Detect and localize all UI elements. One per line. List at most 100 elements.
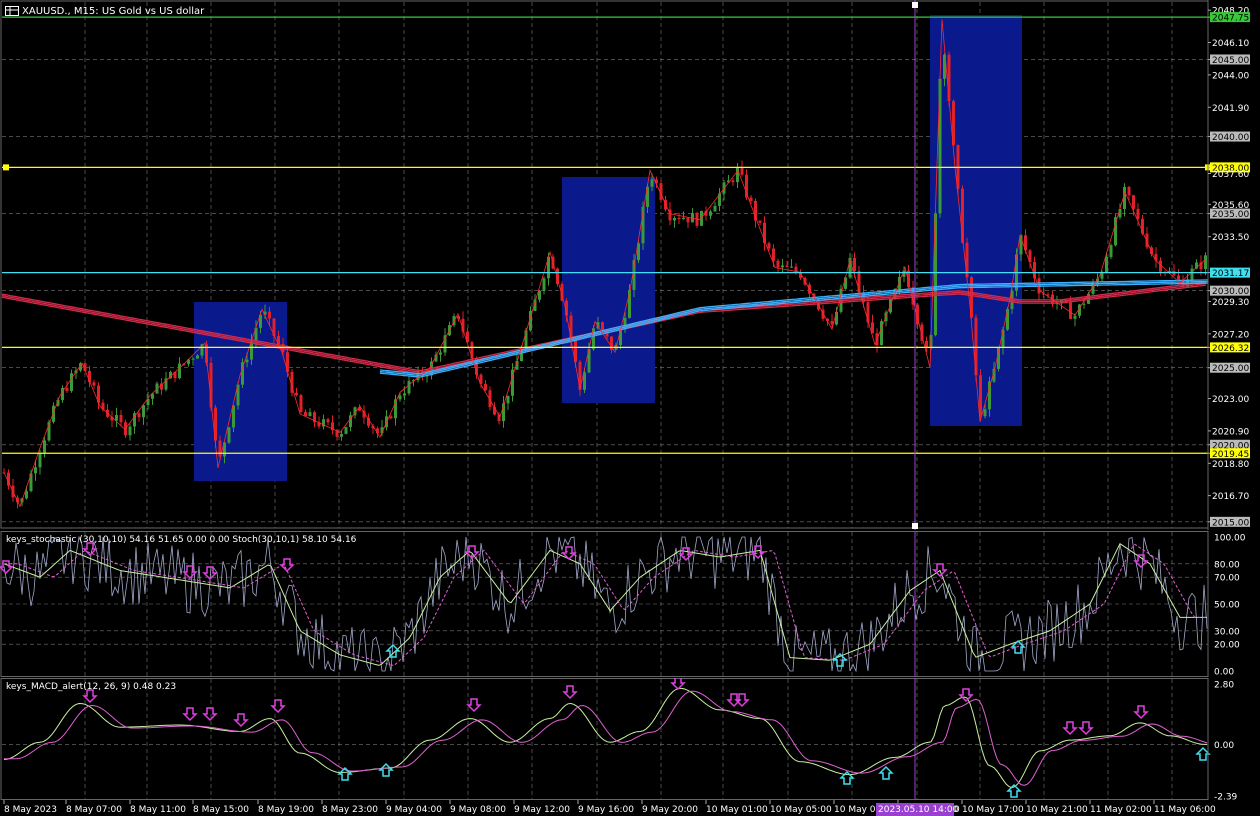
candle-body [767, 243, 771, 249]
price-chart-svg[interactable]: 2048.202047.752046.102045.002044.002041.… [0, 0, 1260, 530]
price-axis-label: 2041.90 [1212, 104, 1249, 114]
candle-body [227, 427, 231, 443]
plot-frame [0, 678, 1209, 800]
candle-body [988, 381, 991, 410]
sell-arrow-icon [466, 698, 482, 713]
candle-body [749, 197, 753, 201]
time-axis-label: 11 May 02:00 [1090, 805, 1152, 815]
time-axis-label: 9 May 16:00 [578, 805, 634, 815]
candle-body [542, 278, 546, 291]
candle-body [601, 322, 604, 330]
sell-arrow-icon [678, 547, 694, 562]
chart-title: XAUUSD., M15: US Gold vs US dollar [22, 6, 205, 17]
candle-body [1127, 186, 1131, 196]
candle-body [713, 205, 717, 212]
time-axis-label: 11 May 06:00 [1154, 805, 1216, 815]
level-line-handle [3, 164, 9, 171]
sell-arrow-icon [0, 560, 14, 575]
macd-axis-label: 2.80 [1214, 681, 1234, 691]
candle-body [1190, 268, 1194, 280]
sell-arrow-icon [1133, 705, 1149, 720]
price-axis-label: 2030.00 [1212, 287, 1249, 297]
stochastic-title: keys_stochastic (30,10,10) 54.16 51.65 0… [6, 535, 357, 545]
price-axis-label: 2037.60 [1212, 170, 1249, 180]
sell-arrow-icon [233, 713, 249, 728]
sell-arrow-icon [279, 558, 295, 573]
sell-arrow-icon [1078, 721, 1094, 736]
price-axis-label: 2035.00 [1212, 210, 1249, 220]
candle-body [569, 315, 573, 340]
time-axis-label: 10 May 01:00 [706, 805, 768, 815]
candle-body [1177, 275, 1180, 280]
price-axis-label: 2026.32 [1212, 344, 1249, 354]
price-axis-label: 2016.70 [1212, 492, 1249, 502]
crosshair-time-label: 2023.05.10 14:00 [878, 805, 959, 815]
candle-body [439, 352, 442, 355]
sell-arrow-icon [270, 699, 286, 714]
sell-arrow-icon [202, 707, 218, 722]
candle-body [776, 260, 780, 268]
price-axis-label: 2045.00 [1212, 56, 1249, 66]
candle-body [92, 382, 96, 386]
candle-body [853, 257, 856, 272]
candle-body [34, 467, 37, 474]
stochastic-svg[interactable]: 100.00 80.00 70.00 50.00 30.00 20.00 0.00 [0, 531, 1260, 677]
candle-body [835, 311, 838, 325]
macd-pane[interactable]: 2.80 0.00 -2.39 keys_MACD_alert(12, 26, 9)… [0, 678, 1260, 800]
candle-body [484, 383, 487, 391]
candle-body [326, 419, 330, 423]
candle-body [506, 395, 510, 404]
candle-body [619, 329, 622, 346]
candle-body [983, 409, 987, 417]
candle-body [398, 395, 402, 400]
stochastic-axis-label: 50.00 [1214, 601, 1240, 611]
candle-body [1150, 247, 1153, 255]
price-axis-label: 2015.00 [1212, 518, 1249, 528]
candle-body [731, 180, 735, 183]
macd-signal-line [4, 690, 1208, 786]
macd-title: keys_MACD_alert(12, 26, 9) 0.48 0.23 [6, 682, 177, 692]
time-axis-label: 9 May 04:00 [386, 805, 442, 815]
price-axis-label: 2027.20 [1212, 330, 1249, 340]
macd-svg[interactable]: 2.80 0.00 -2.39 [0, 678, 1260, 800]
candle-body [137, 413, 141, 418]
candle-body [1069, 302, 1072, 319]
candle-body [268, 311, 271, 319]
stochastic-pane[interactable]: 100.00 80.00 70.00 50.00 30.00 20.00 0.00 keys… [0, 531, 1260, 677]
time-axis-svg: 8 May 2023 8 May 07:00 8 May 11:00 8 May 15… [3, 800, 1216, 816]
stochastic-axis-label: 20.00 [1214, 641, 1240, 651]
time-axis-label: 10 May 05:00 [770, 805, 832, 815]
price-axis-label: 2019.45 [1212, 450, 1249, 460]
price-axis-label: 2018.80 [1212, 460, 1249, 470]
candle-body [785, 265, 789, 268]
candle-body [191, 358, 195, 360]
candle-body [709, 211, 712, 216]
candle-body [43, 440, 46, 454]
sell-arrow-icon [562, 685, 578, 700]
candle-body [38, 453, 42, 468]
candle-body [304, 411, 307, 417]
candle-body [52, 405, 55, 422]
price-axis-label: 2047.75 [1212, 14, 1249, 24]
candle-body [1145, 233, 1149, 248]
candle-body [245, 359, 249, 363]
candle-body [1132, 195, 1135, 209]
time-axis-label: 8 May 07:00 [66, 805, 122, 815]
time-axis-label: 9 May 12:00 [514, 805, 570, 815]
stochastic-axis-label: 0.00 [1214, 668, 1234, 678]
candle-body [1204, 255, 1207, 270]
candle-body [686, 217, 690, 223]
candle-body [979, 375, 982, 417]
time-axis-label: 8 May 19:00 [258, 805, 314, 815]
candle-body [1082, 303, 1086, 305]
candle-body [443, 335, 447, 353]
candle-body [403, 393, 406, 396]
price-axis-label: 2046.10 [1212, 39, 1249, 49]
sell-arrow-icon [750, 545, 766, 560]
time-axis-label: 10 May 21:00 [1026, 805, 1088, 815]
candle-body [115, 415, 118, 421]
candle-body [677, 218, 681, 220]
price-chart-pane[interactable]: 2048.20 2047.75 2046.10 2045.00 2044.00 2041.… [0, 0, 1260, 530]
moving-average-blue [379, 280, 1209, 377]
candle-body [772, 248, 775, 261]
